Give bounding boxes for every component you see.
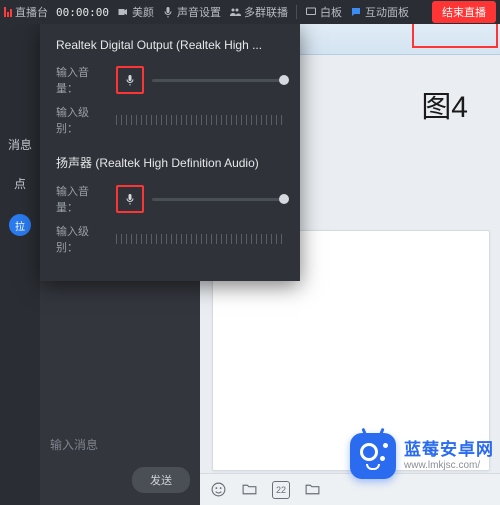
user-avatar[interactable]: 拉 — [9, 214, 31, 236]
brand-live: 直播台 — [4, 4, 48, 20]
end-live-button[interactable]: 结束直播 — [432, 1, 496, 23]
chat-input-area: 输入消息 发送 — [40, 426, 200, 505]
watermark-title: 蓝莓安卓网 — [404, 440, 494, 460]
chat-icon — [350, 6, 362, 18]
interact-panel-button[interactable]: 互动面板 — [350, 4, 409, 20]
whiteboard-button[interactable]: 白板 — [305, 4, 342, 20]
mic-toggle-button[interactable] — [116, 185, 144, 213]
top-toolbar: 直播台 00:00:00 美颜 声音设置 多群联播 白板 互动面板 结束直播 — [0, 0, 500, 24]
input-volume-slider[interactable] — [152, 79, 284, 82]
input-volume-row: 输入音量： — [56, 64, 284, 96]
audio-device-block: 扬声器 (Realtek High Definition Audio) 输入音量… — [56, 154, 284, 255]
group-broadcast-button[interactable]: 多群联播 — [229, 4, 288, 20]
audio-device-name: 扬声器 (Realtek High Definition Audio) — [56, 154, 284, 171]
audio-device-name: Realtek Digital Output (Realtek High ... — [56, 38, 284, 52]
input-volume-label: 输入音量： — [56, 183, 108, 215]
audio-settings-button[interactable]: 声音设置 — [162, 4, 221, 20]
calendar-icon[interactable]: 22 — [272, 481, 290, 499]
annotation-highlight-box — [412, 24, 498, 48]
input-volume-row: 输入音量： — [56, 183, 284, 215]
android-logo-icon — [350, 433, 396, 479]
watermark-url: www.lmkjsc.com/ — [404, 460, 494, 472]
input-volume-slider[interactable] — [152, 198, 284, 201]
beauty-button[interactable]: 美颜 — [117, 4, 154, 20]
mic-icon — [124, 74, 136, 86]
chat-send-button[interactable]: 发送 — [132, 467, 190, 493]
nav-tab-message[interactable]: 消息 — [8, 136, 32, 153]
input-level-label: 输入级别： — [56, 104, 108, 136]
toolbar-divider — [296, 5, 297, 19]
camera-icon — [117, 6, 129, 18]
folder-icon[interactable] — [241, 481, 258, 498]
site-watermark: 蓝莓安卓网 www.lmkjsc.com/ — [350, 433, 494, 479]
figure-label: 图4 — [421, 82, 468, 126]
whiteboard-icon — [305, 6, 317, 18]
chat-input[interactable]: 输入消息 — [50, 436, 190, 453]
folder-icon[interactable] — [304, 481, 321, 498]
smile-icon[interactable] — [210, 481, 227, 498]
audio-settings-panel: Realtek Digital Output (Realtek High ...… — [40, 24, 300, 281]
input-level-meter — [116, 115, 284, 125]
left-nav-rail: 消息 点 拉 — [0, 24, 40, 505]
audio-device-block: Realtek Digital Output (Realtek High ...… — [56, 38, 284, 136]
input-level-row: 输入级别： — [56, 223, 284, 255]
users-icon — [229, 6, 241, 18]
live-timer: 00:00:00 — [56, 6, 109, 19]
input-volume-label: 输入音量： — [56, 64, 108, 96]
mic-icon — [124, 193, 136, 205]
input-level-meter — [116, 234, 284, 244]
mic-toggle-button[interactable] — [116, 66, 144, 94]
mic-icon — [162, 6, 174, 18]
brand-label: 直播台 — [15, 4, 48, 20]
input-level-label: 输入级别： — [56, 223, 108, 255]
live-bars-icon — [4, 7, 12, 17]
nav-tab-dot[interactable]: 点 — [14, 175, 26, 192]
input-level-row: 输入级别： — [56, 104, 284, 136]
